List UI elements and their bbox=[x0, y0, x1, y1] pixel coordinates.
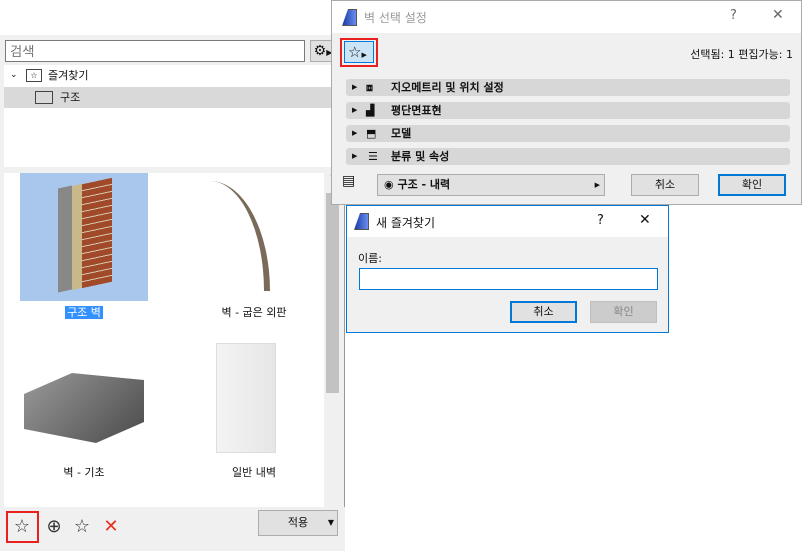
favorite-item[interactable]: 벽 - 기초 bbox=[20, 333, 148, 480]
chevron-down-icon[interactable]: ⌄ bbox=[10, 65, 18, 86]
model-icon: ⬒ bbox=[366, 127, 377, 140]
new-favorite-dialog: 새 즐겨찾기 ? ✕ 이름: 취소 확인 bbox=[346, 205, 669, 333]
search-input[interactable] bbox=[5, 40, 305, 62]
favorites-folder-icon: ☆ bbox=[26, 69, 42, 82]
app-logo-icon bbox=[342, 9, 357, 26]
favorites-grid: 구조 벽 벽 - 굽은 외판 벽 - 기초 일반 내벽 ⌃ ⌄ bbox=[4, 167, 341, 513]
delete-icon[interactable]: ✕ bbox=[97, 513, 125, 541]
ok-button[interactable]: 확인 bbox=[718, 174, 786, 196]
section-floor-plan[interactable]: ▶ ▟ 평단면표현 bbox=[346, 102, 790, 119]
layer-dropdown[interactable]: ◉ 구조 - 내력 ▶ bbox=[377, 174, 605, 196]
favorite-item[interactable]: 일반 내벽 bbox=[190, 333, 318, 480]
dropdown-arrow-icon[interactable]: ▼ bbox=[324, 511, 338, 535]
selection-status: 선택됨: 1 편집가능: 1 bbox=[690, 48, 793, 61]
cancel-button[interactable]: 취소 bbox=[510, 301, 577, 323]
section-geometry[interactable]: ▶ ⧈ 지오메트리 및 위치 설정 bbox=[346, 79, 790, 96]
geometry-icon: ⧈ bbox=[366, 81, 373, 94]
apply-button[interactable]: 적용 ▼ bbox=[258, 510, 338, 536]
app-logo-icon bbox=[354, 213, 369, 230]
name-input[interactable] bbox=[359, 268, 658, 290]
tree-item-structure[interactable]: 구조 bbox=[4, 87, 341, 108]
favorite-item[interactable]: 구조 벽 bbox=[20, 173, 148, 320]
bottom-toolbar: ☆ ⊕ ☆ ✕ 적용 ▼ bbox=[0, 507, 345, 551]
interior-wall-thumbnail bbox=[190, 333, 318, 461]
section-model[interactable]: ▶ ⬒ 모델 bbox=[346, 125, 790, 142]
highlight-box bbox=[6, 511, 39, 543]
scrollbar-thumb[interactable] bbox=[326, 193, 339, 393]
foundation-wall-thumbnail bbox=[20, 333, 148, 461]
wall-thumbnail bbox=[20, 173, 148, 301]
wall-selection-settings-dialog: 벽 선택 설정 ? ✕ ☆▶ 선택됨: 1 편집가능: 1 ▶ ⧈ 지오메트리 및 … bbox=[331, 0, 802, 205]
help-button[interactable]: ? bbox=[730, 8, 737, 23]
update-favorite-icon[interactable]: ☆ bbox=[68, 513, 96, 541]
folder-icon bbox=[35, 91, 53, 104]
close-button[interactable]: ✕ bbox=[772, 7, 784, 23]
favorite-item[interactable]: 벽 - 굽은 외판 bbox=[190, 173, 318, 320]
title-bar: 벽 선택 설정 ? ✕ bbox=[332, 1, 801, 33]
ok-button[interactable]: 확인 bbox=[590, 301, 657, 323]
favorites-panel: ⚙▶ ⌄ ☆ 즐겨찾기 구조 구조 벽 벽 - 굽은 외판 벽 - 기초 일반 … bbox=[0, 35, 345, 551]
layer-icon: ▤ bbox=[342, 173, 356, 189]
title-bar: 새 즐겨찾기 ? ✕ bbox=[347, 206, 668, 237]
curved-wall-thumbnail bbox=[190, 173, 318, 301]
highlight-box bbox=[340, 38, 378, 67]
section-classification[interactable]: ▶ ☰ 분류 및 속성 bbox=[346, 148, 790, 165]
help-button[interactable]: ? bbox=[597, 213, 604, 228]
floor-plan-icon: ▟ bbox=[366, 104, 375, 117]
gear-icon: ⚙ bbox=[313, 43, 327, 59]
eye-icon: ◉ bbox=[384, 178, 394, 191]
new-folder-icon[interactable]: ⊕ bbox=[40, 513, 68, 541]
cancel-button[interactable]: 취소 bbox=[631, 174, 699, 196]
tree-item-favorites[interactable]: ⌄ ☆ 즐겨찾기 bbox=[4, 65, 341, 86]
document-icon: ☰ bbox=[368, 150, 378, 163]
close-button[interactable]: ✕ bbox=[639, 212, 651, 228]
